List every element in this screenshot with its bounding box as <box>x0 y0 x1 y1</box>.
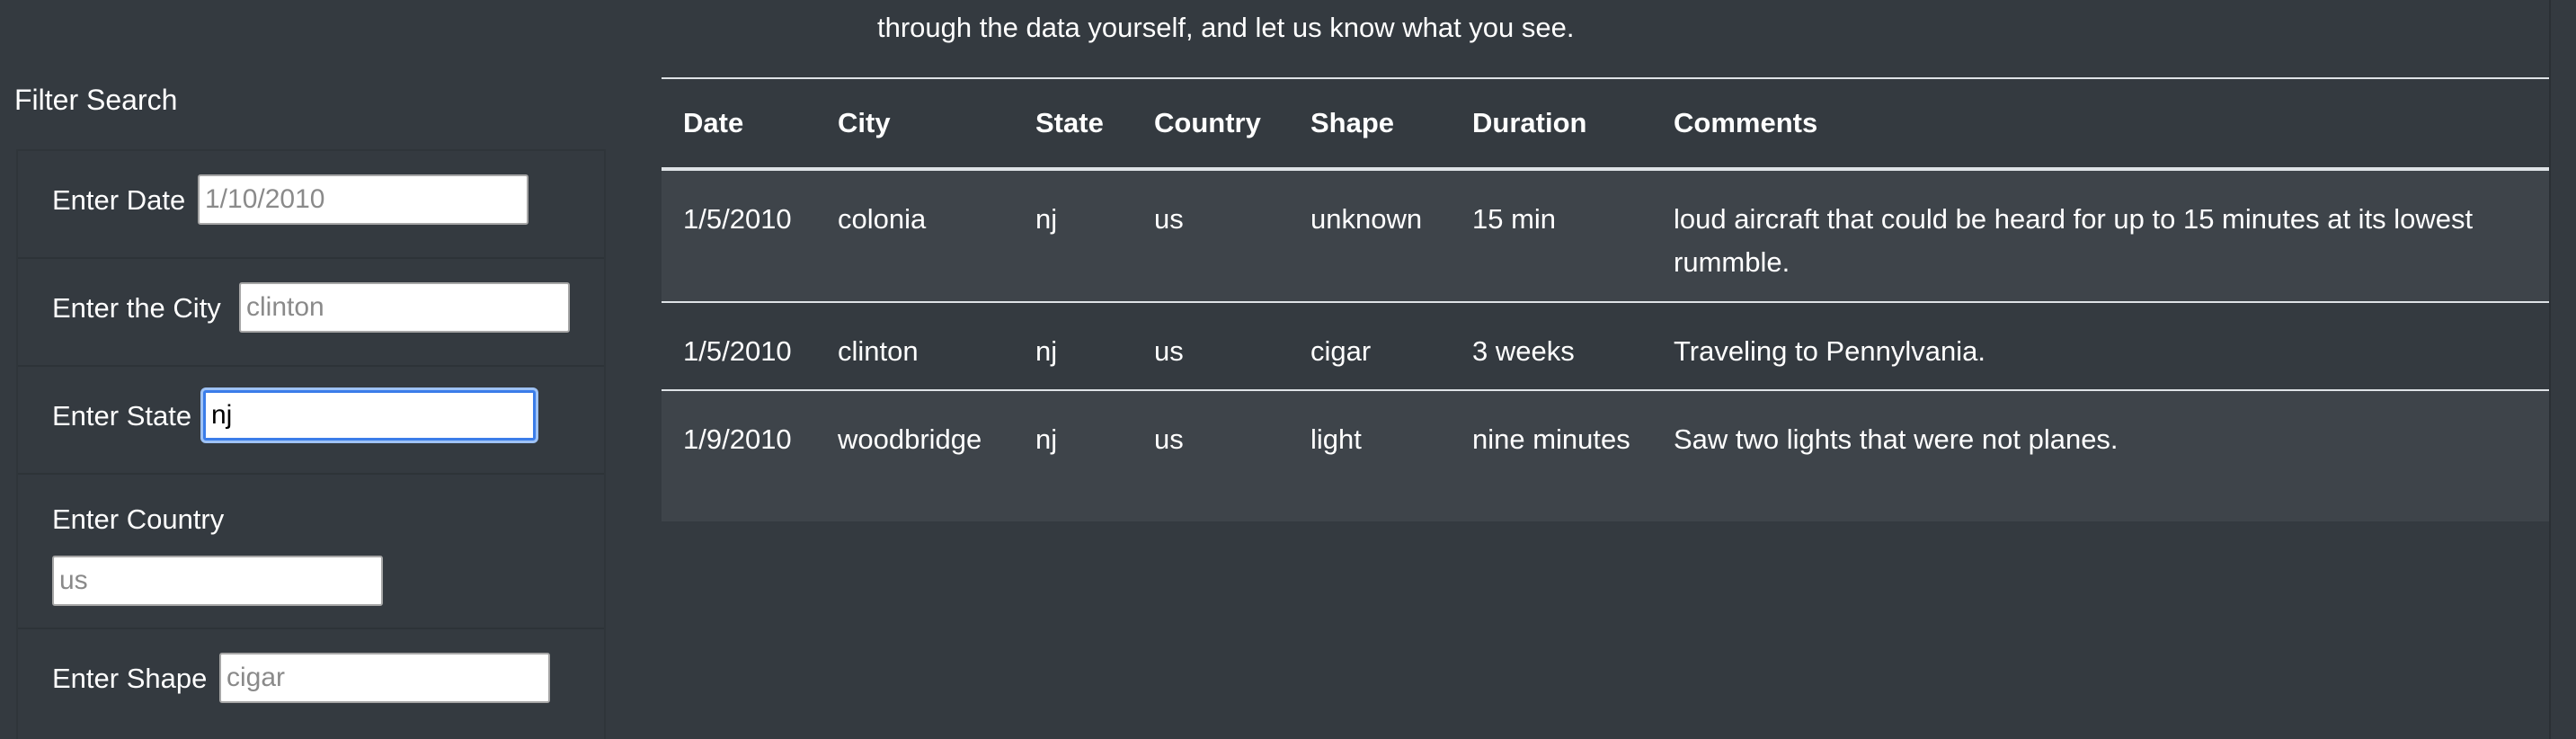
filter-item-shape: Enter Shape <box>18 629 604 737</box>
header-shape: Shape <box>1289 79 1451 171</box>
cell-shape: light <box>1289 390 1451 521</box>
cell-country: us <box>1133 169 1289 303</box>
cell-country: us <box>1133 302 1289 391</box>
filter-item-date: Enter Date <box>18 151 604 259</box>
table-row: 1/5/2010 clinton nj us cigar 3 weeks Tra… <box>662 302 2549 391</box>
city-input[interactable] <box>239 282 570 333</box>
cell-city: woodbridge <box>816 390 1014 521</box>
header-city: City <box>816 79 1014 171</box>
page: through the data yourself, and let us kn… <box>0 0 2576 739</box>
cell-date: 1/5/2010 <box>662 169 816 303</box>
cell-country: us <box>1133 390 1289 521</box>
table-row: 1/5/2010 colonia nj us unknown 15 min lo… <box>662 169 2549 303</box>
cell-state: nj <box>1014 302 1133 391</box>
date-input[interactable] <box>198 174 529 225</box>
header-country: Country <box>1133 79 1289 171</box>
table-row: 1/9/2010 woodbridge nj us light nine min… <box>662 390 2549 521</box>
cell-city: clinton <box>816 302 1014 391</box>
date-label: Enter Date <box>52 184 186 216</box>
cell-date: 1/5/2010 <box>662 302 816 391</box>
shape-label: Enter Shape <box>52 663 208 694</box>
header-state: State <box>1014 79 1133 171</box>
ufo-table: Date City State Country Shape Duration C… <box>662 79 2549 521</box>
intro-text: through the data yourself, and let us kn… <box>877 12 1575 43</box>
cell-shape: cigar <box>1289 302 1451 391</box>
cell-comments: Saw two lights that were not planes. <box>1652 390 2549 521</box>
filter-item-city: Enter the City <box>18 259 604 367</box>
cell-date: 1/9/2010 <box>662 390 816 521</box>
cell-duration: nine minutes <box>1451 390 1652 521</box>
state-label: Enter State <box>52 400 192 432</box>
cell-state: nj <box>1014 169 1133 303</box>
cell-comments: Traveling to Pennylvania. <box>1652 302 2549 391</box>
cell-state: nj <box>1014 390 1133 521</box>
filter-title: Filter Search <box>14 84 178 116</box>
cell-shape: unknown <box>1289 169 1451 303</box>
shape-input[interactable] <box>219 653 550 703</box>
state-input[interactable] <box>203 390 536 441</box>
cell-duration: 3 weeks <box>1451 302 1652 391</box>
city-label: Enter the City <box>52 292 221 324</box>
cell-city: colonia <box>816 169 1014 303</box>
filter-item-country: Enter Country <box>18 475 604 629</box>
country-label: Enter Country <box>52 503 225 535</box>
filter-panel: Enter Date Enter the City Enter State En… <box>16 149 606 739</box>
header-date: Date <box>662 79 816 171</box>
header-comments: Comments <box>1652 79 2549 171</box>
cell-duration: 15 min <box>1451 169 1652 303</box>
table-header-row: Date City State Country Shape Duration C… <box>662 79 2549 171</box>
header-duration: Duration <box>1451 79 1652 171</box>
window-edge <box>2549 0 2576 739</box>
country-input[interactable] <box>52 556 383 606</box>
filter-item-state: Enter State <box>18 367 604 475</box>
cell-comments: loud aircraft that could be heard for up… <box>1652 169 2549 303</box>
